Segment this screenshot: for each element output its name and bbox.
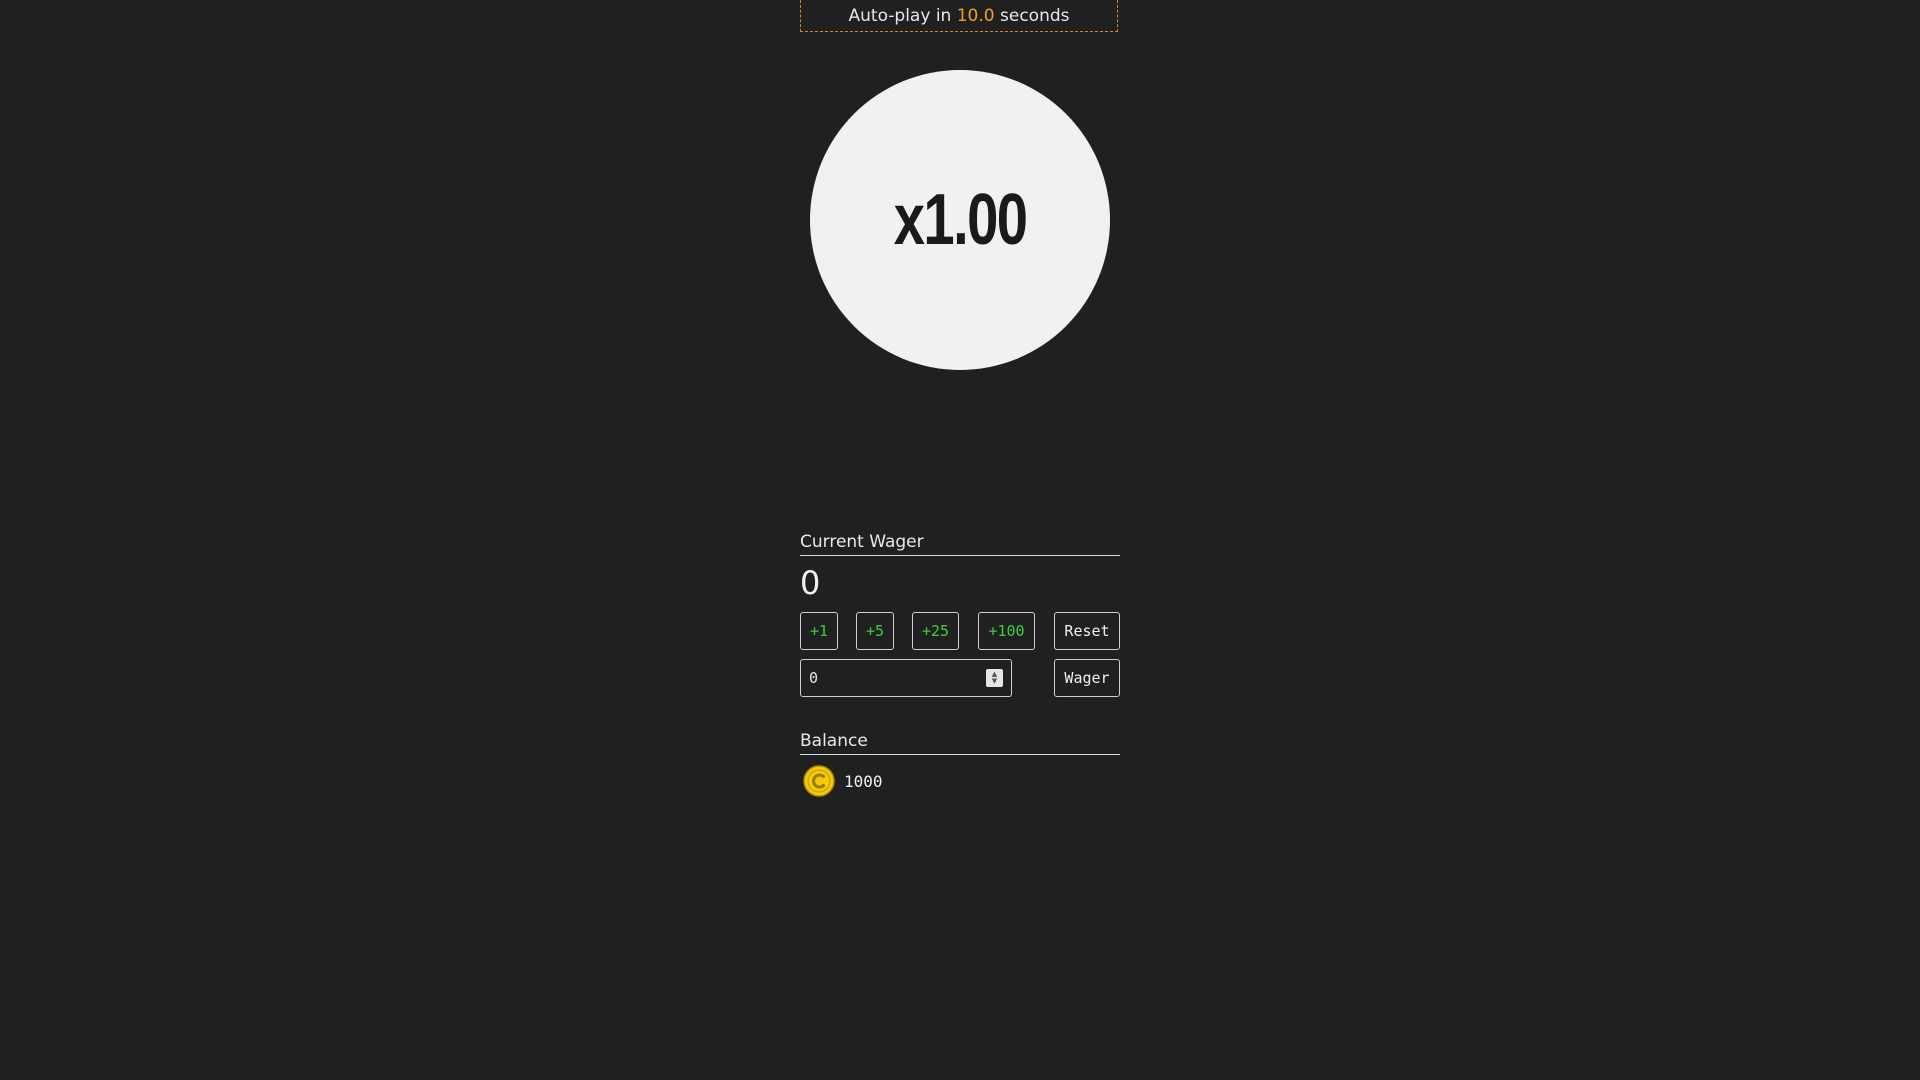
- coin-icon: [803, 765, 835, 797]
- add-1-button[interactable]: +1: [800, 612, 838, 650]
- wager-button[interactable]: Wager: [1054, 659, 1120, 697]
- add-100-button[interactable]: +100: [978, 612, 1035, 650]
- multiplier-value: x1.00: [893, 180, 1028, 260]
- autoplay-banner: Auto-play in 10.0 seconds: [800, 0, 1118, 32]
- wager-amount-input[interactable]: [809, 660, 969, 696]
- autoplay-seconds: 10.0: [956, 6, 995, 26]
- current-wager-value: 0: [800, 564, 821, 602]
- balance-label: Balance: [800, 731, 1120, 755]
- current-wager-label: Current Wager: [800, 532, 1120, 556]
- spin-down-icon[interactable]: ▼: [992, 678, 997, 685]
- autoplay-suffix: seconds: [1000, 6, 1070, 26]
- autoplay-prefix: Auto-play in: [848, 6, 952, 26]
- add-25-button[interactable]: +25: [912, 612, 959, 650]
- wager-amount-field[interactable]: ▲ ▼: [800, 659, 1012, 697]
- number-spinner[interactable]: ▲ ▼: [986, 669, 1003, 687]
- multiplier-display: x1.00: [810, 70, 1110, 370]
- reset-button[interactable]: Reset: [1054, 612, 1120, 650]
- balance-value: 1000: [844, 771, 883, 791]
- balance-row: 1000: [800, 763, 883, 799]
- game-app: Auto-play in 10.0 seconds x1.00 Current …: [0, 0, 1920, 1080]
- add-5-button[interactable]: +5: [856, 612, 894, 650]
